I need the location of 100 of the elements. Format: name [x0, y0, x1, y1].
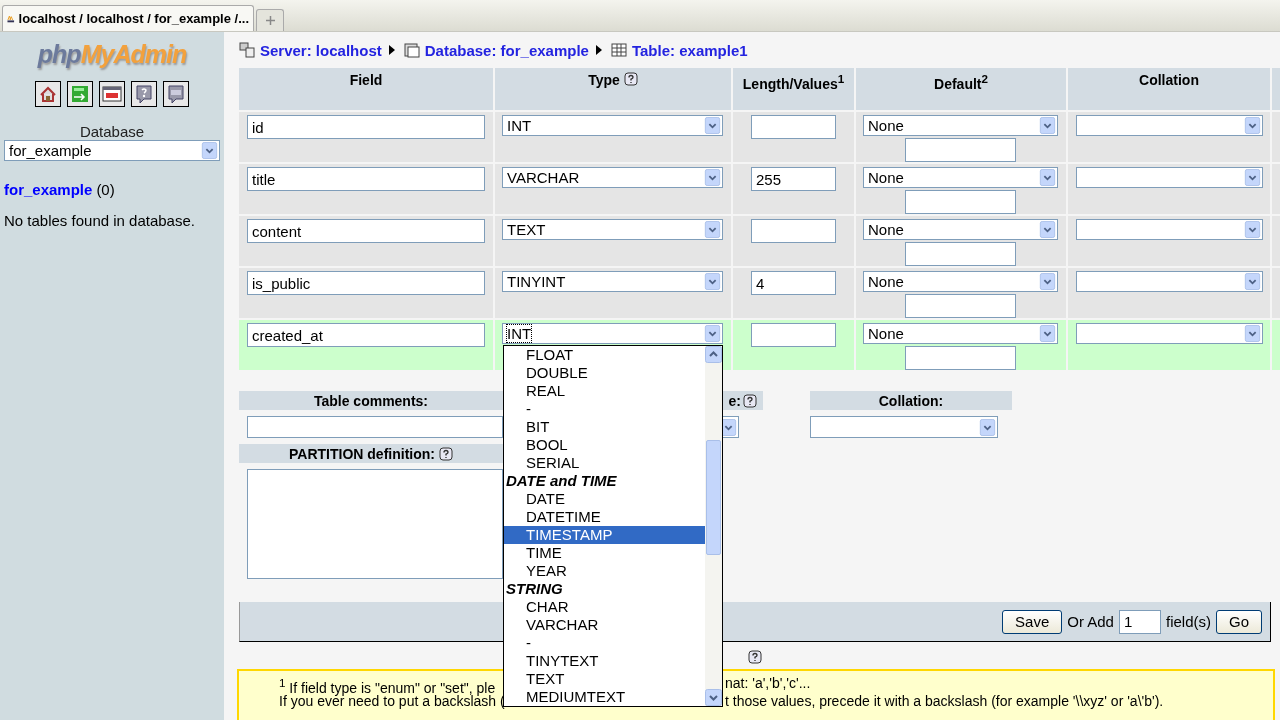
collation-select[interactable]	[1076, 271, 1263, 292]
table-cell	[1272, 320, 1280, 370]
table-count: (0)	[96, 181, 115, 198]
caret-icon	[704, 169, 721, 186]
option-group-label: DATE and TIME	[505, 472, 618, 490]
type-select[interactable]: TEXT	[502, 219, 723, 240]
collation-select[interactable]	[1076, 323, 1263, 344]
column-header	[1272, 68, 1280, 110]
type-select[interactable]: INT	[502, 115, 723, 136]
collation-select[interactable]	[1076, 115, 1263, 136]
scrollbar[interactable]	[705, 346, 722, 706]
exit-sign-icon	[70, 84, 90, 104]
column-header: Default$^{2}$	[856, 68, 1066, 110]
column-header: Field	[239, 68, 493, 110]
home-button[interactable]	[35, 81, 61, 107]
arrow-icon	[388, 45, 395, 55]
breadcrumb-link[interactable]: Database: for_example	[424, 41, 589, 59]
collation-select[interactable]	[1076, 167, 1263, 188]
default-select[interactable]: None	[863, 271, 1058, 292]
plus-icon	[265, 16, 275, 25]
storage-engine-label: e:	[728, 392, 741, 409]
window-icon	[102, 84, 122, 104]
go-button[interactable]: Go	[1216, 609, 1262, 634]
type-select[interactable]: TINYINT	[502, 271, 723, 292]
field-count-input[interactable]: 1	[1118, 609, 1161, 634]
breadcrumb-link[interactable]: Server: localhost	[260, 41, 382, 59]
column-header: Collation	[1068, 68, 1270, 110]
table-comments-input[interactable]	[247, 416, 503, 438]
field-name-input[interactable]: created_at	[247, 323, 485, 347]
length-input[interactable]	[751, 115, 836, 139]
scroll-down-icon[interactable]	[705, 689, 722, 706]
note-text: t those values, precede it with a backslash (for example '\\xyz' or 'a\'b').	[725, 692, 1164, 710]
database-icon	[403, 42, 420, 58]
scrollbar-thumb[interactable]	[706, 440, 721, 555]
help-icon[interactable]	[743, 393, 757, 408]
field-name-input[interactable]: content	[247, 219, 485, 243]
column-header: Type	[495, 68, 731, 110]
table-icon	[610, 42, 627, 58]
documentation-button[interactable]	[131, 81, 157, 107]
length-input[interactable]: 4	[751, 271, 836, 295]
new-tab-button[interactable]	[256, 9, 284, 31]
browser-tab[interactable]: localhost / localhost / for_example /...	[2, 5, 254, 31]
caret-icon	[979, 418, 996, 436]
field-name-input[interactable]: is_public	[247, 271, 485, 295]
caret-icon	[1039, 273, 1056, 290]
default-value-input[interactable]	[905, 190, 1016, 214]
field-name-input[interactable]: title	[247, 167, 485, 191]
scroll-up-icon[interactable]	[705, 346, 722, 363]
collation-select[interactable]	[1076, 219, 1263, 240]
default-select[interactable]: None	[863, 115, 1058, 136]
speech-bubble-icon	[166, 84, 186, 104]
save-button[interactable]: Save	[1002, 609, 1063, 634]
arrow-icon	[595, 45, 602, 55]
length-input[interactable]	[751, 323, 836, 347]
default-select[interactable]: None	[863, 219, 1058, 240]
help-icon[interactable]	[623, 72, 638, 86]
length-input[interactable]	[751, 219, 836, 243]
server-icon	[239, 42, 255, 58]
table-collation-select[interactable]	[810, 416, 998, 438]
sql-docs-button[interactable]	[163, 81, 189, 107]
caret-icon	[1244, 221, 1261, 238]
default-value-input[interactable]	[905, 294, 1016, 318]
caret-icon	[1039, 117, 1056, 134]
length-input[interactable]: 255	[751, 167, 836, 191]
caret-icon	[704, 273, 721, 290]
caret-icon	[1244, 273, 1261, 290]
dropdown-option[interactable]: TIMESTAMP	[504, 526, 705, 544]
caret-icon	[1244, 169, 1261, 186]
logout-button[interactable]	[67, 81, 93, 107]
note-text: nat: 'a','b','c'...	[725, 674, 811, 692]
breadcrumb-link[interactable]: Table: example1	[631, 41, 748, 59]
query-window-button[interactable]	[99, 81, 125, 107]
option-group-label: STRING	[505, 580, 564, 598]
caret-icon	[1039, 221, 1056, 238]
default-select[interactable]: None	[863, 167, 1058, 188]
partition-label: PARTITION definition:	[289, 445, 435, 462]
default-value-input[interactable]	[905, 242, 1016, 266]
home-icon	[38, 84, 58, 104]
caret-icon	[1039, 169, 1056, 186]
help-icon[interactable]	[748, 650, 762, 664]
partition-textarea[interactable]	[247, 469, 503, 579]
type-select[interactable]: INT	[502, 323, 723, 344]
column-header: Length/Values$^{1}$	[733, 68, 854, 110]
empty-message: No tables found in database.	[4, 212, 196, 229]
type-select[interactable]: VARCHAR	[502, 167, 723, 188]
caret-icon	[1039, 325, 1056, 342]
help-icon[interactable]	[438, 446, 453, 461]
collation-label: Collation:	[810, 391, 1012, 410]
table-comments-label: Table comments:	[239, 391, 503, 410]
caret-icon	[1244, 117, 1261, 134]
database-label: Database	[78, 123, 146, 140]
fields-label: field(s)	[1165, 613, 1211, 630]
database-link[interactable]: for_example	[4, 181, 93, 198]
caret-icon	[1244, 325, 1261, 342]
help-icon	[134, 84, 154, 104]
default-value-input[interactable]	[905, 138, 1016, 162]
database-select[interactable]: for_example	[4, 140, 220, 161]
field-name-input[interactable]: id	[247, 115, 485, 139]
default-value-input[interactable]	[905, 346, 1016, 370]
default-select[interactable]: None	[863, 323, 1058, 344]
